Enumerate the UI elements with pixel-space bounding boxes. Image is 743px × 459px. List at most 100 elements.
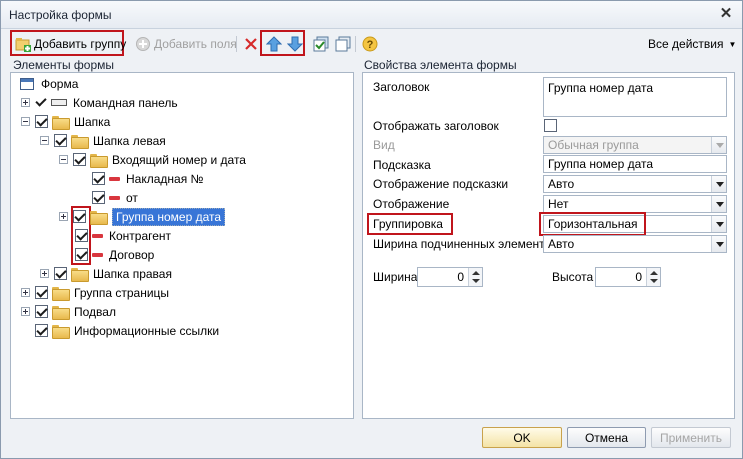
collapse-icon[interactable] (21, 117, 30, 126)
show-title-prop-label: Отображать заголовок (373, 119, 499, 133)
expand-icon[interactable] (40, 269, 49, 278)
folder-icon (90, 210, 108, 225)
hint-field[interactable]: Группа номер дата (543, 155, 727, 173)
tree-item-label: Входящий номер и дата (112, 152, 246, 167)
move-up-button[interactable] (263, 32, 285, 56)
delete-button[interactable] (240, 32, 262, 56)
show-title-checkbox[interactable] (544, 119, 557, 132)
visibility-checkbox[interactable] (75, 248, 88, 261)
tree-item-header-left[interactable]: Шапка левая (40, 131, 166, 150)
tree-item-info-links[interactable]: Информационные ссылки (35, 321, 219, 340)
close-icon[interactable]: ✕ (718, 6, 734, 22)
visibility-checkbox[interactable] (54, 134, 67, 147)
height-spinner[interactable]: 0 (595, 267, 661, 287)
apply-button[interactable]: Применить (651, 427, 731, 448)
expand-icon[interactable] (21, 307, 30, 316)
visibility-checkbox[interactable] (75, 229, 88, 242)
title-field[interactable]: Группа номер дата (543, 77, 727, 117)
display-prop-label: Отображение (373, 197, 450, 211)
height-prop-label: Высота (552, 270, 594, 284)
all-actions-menu[interactable]: Все действия ▼ (645, 32, 739, 56)
kind-select[interactable]: Обычная группа (543, 136, 727, 154)
tree-item-label: Накладная № (126, 171, 204, 186)
highlight-grouping-value (539, 212, 646, 236)
spinner-arrows-icon[interactable] (646, 268, 660, 286)
tree-item-label: Группа страницы (74, 285, 170, 300)
chevron-down-icon[interactable] (711, 176, 726, 192)
expand-icon[interactable] (59, 212, 68, 221)
ok-label: OK (513, 430, 531, 445)
folder-icon (71, 134, 89, 149)
tree-item-pages-group[interactable]: Группа страницы (21, 283, 169, 302)
help-button[interactable]: ? (359, 32, 381, 56)
tree-item-header-right[interactable]: Шапка правая (40, 264, 172, 283)
folder-icon (52, 305, 70, 320)
expand-icon[interactable] (21, 98, 30, 107)
visibility-checkbox[interactable] (35, 286, 48, 299)
add-group-button[interactable]: Добавить группу (12, 32, 129, 56)
element-properties-panel: Заголовок Группа номер дата Отображать з… (362, 72, 735, 419)
visibility-checkbox[interactable] (35, 305, 48, 318)
width-value: 0 (457, 270, 464, 284)
width-spinner[interactable]: 0 (417, 267, 483, 287)
folder-icon (52, 324, 70, 339)
hint-display-select[interactable]: Авто (543, 175, 727, 193)
visibility-checkbox[interactable] (92, 172, 105, 185)
tree-item-label: Шапка правая (93, 266, 172, 281)
tree-item-contract[interactable]: Договор (75, 245, 154, 264)
checkmark-icon[interactable] (35, 96, 47, 109)
title-prop-label: Заголовок (373, 80, 430, 94)
field-icon (109, 176, 120, 181)
tree-item-from[interactable]: от (92, 188, 138, 207)
visibility-checkbox[interactable] (35, 324, 48, 337)
grouping-prop-label: Группировка (373, 217, 443, 231)
check-all-button[interactable] (310, 32, 332, 56)
tree-item-label: Договор (109, 247, 155, 262)
visibility-checkbox[interactable] (54, 267, 67, 280)
child-width-select[interactable]: Авто (543, 235, 727, 253)
element-properties-label: Свойства элемента формы (364, 58, 517, 72)
form-elements-tree[interactable]: Форма Командная панель Шапка Шапка левая… (10, 72, 354, 419)
visibility-checkbox[interactable] (92, 191, 105, 204)
chevron-down-icon[interactable] (711, 196, 726, 212)
spinner-arrows-icon[interactable] (468, 268, 482, 286)
visibility-checkbox[interactable] (73, 210, 86, 223)
add-fields-button[interactable]: Добавить поля (132, 32, 240, 56)
tree-item-label: Шапка (74, 114, 111, 129)
tree-item-header[interactable]: Шапка (21, 112, 110, 131)
collapse-icon[interactable] (59, 155, 68, 164)
ok-button[interactable]: OK (482, 427, 562, 448)
move-down-button[interactable] (284, 32, 306, 56)
kind-prop-label: Вид (373, 138, 395, 152)
tree-item-form[interactable]: Форма (20, 74, 78, 93)
chevron-down-icon[interactable] (711, 216, 726, 232)
tree-item-command-panel[interactable]: Командная панель (21, 93, 178, 112)
collapse-icon[interactable] (40, 136, 49, 145)
tree-item-footer[interactable]: Подвал (21, 302, 116, 321)
tree-item-counterparty[interactable]: Контрагент (75, 226, 171, 245)
chevron-down-icon[interactable] (711, 236, 726, 252)
expand-icon[interactable] (21, 288, 30, 297)
hint-display-value: Авто (548, 177, 575, 191)
toolbar-separator (236, 36, 237, 52)
visibility-checkbox[interactable] (35, 115, 48, 128)
field-icon (92, 252, 103, 257)
tree-item-group-number-date[interactable]: Группа номер дата (59, 207, 226, 226)
delete-icon (243, 36, 259, 52)
display-select[interactable]: Нет (543, 195, 727, 213)
toolbar-separator (355, 36, 356, 52)
copy-button[interactable] (332, 32, 354, 56)
title-field-value: Группа номер дата (548, 81, 654, 95)
visibility-checkbox[interactable] (73, 153, 86, 166)
tree-item-label: Контрагент (109, 228, 172, 243)
folder-icon (90, 153, 108, 168)
tree-item-label: Форма (41, 76, 79, 91)
tree-item-label: Шапка левая (93, 133, 166, 148)
cancel-button[interactable]: Отмена (567, 427, 646, 448)
form-elements-label: Элементы формы (13, 58, 115, 72)
chevron-down-icon[interactable] (711, 137, 726, 153)
folder-icon (52, 115, 70, 130)
tree-item-incoming-number-date[interactable]: Входящий номер и дата (59, 150, 246, 169)
copy-icon (335, 36, 351, 52)
tree-item-invoice-number[interactable]: Накладная № (92, 169, 203, 188)
